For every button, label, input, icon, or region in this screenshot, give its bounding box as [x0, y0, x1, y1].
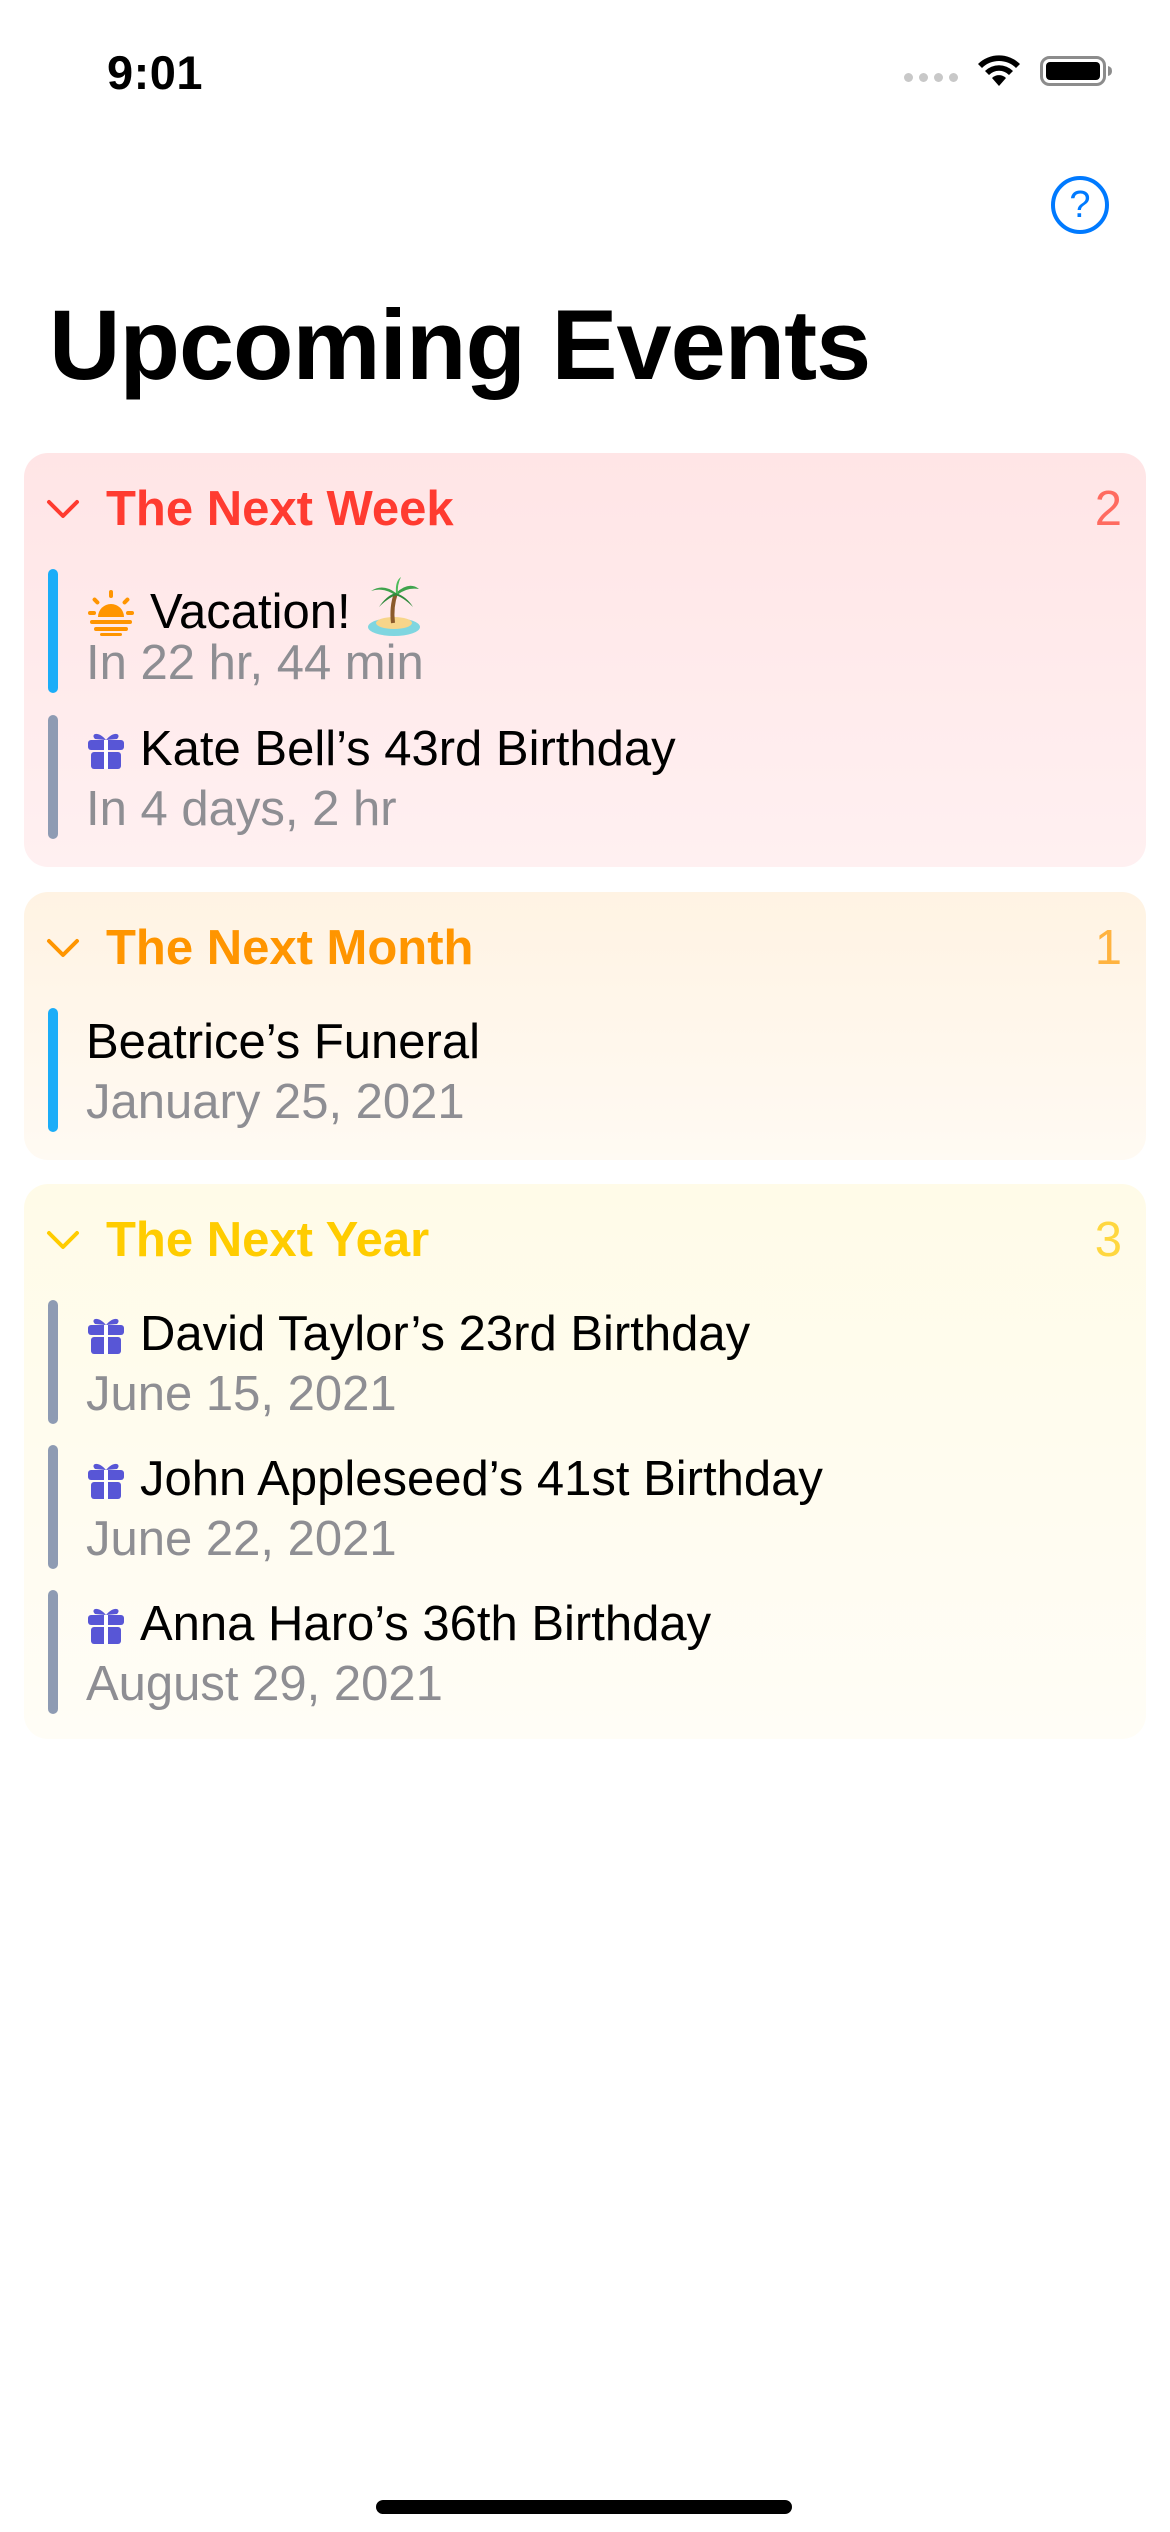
- wifi-icon: [978, 55, 1020, 86]
- section-title: The Next Year: [106, 1213, 430, 1267]
- gift-icon: [86, 1603, 126, 1645]
- help-button[interactable]: ?: [1051, 176, 1109, 234]
- home-indicator[interactable]: [376, 2500, 792, 2514]
- event-item-beatrice-funeral[interactable]: Beatrice’s Funeral January 25, 2021: [48, 1008, 1122, 1132]
- status-bar: 9:01: [0, 0, 1170, 140]
- event-subtitle: In 4 days, 2 hr: [86, 782, 397, 836]
- section-next-month: The Next Month 1 Beatrice’s Funeral Janu…: [24, 892, 1146, 1160]
- event-title: Vacation!: [150, 585, 351, 639]
- event-subtitle: In 22 hr, 44 min: [86, 636, 424, 690]
- event-color-bar: [48, 1300, 58, 1424]
- event-title: John Appleseed’s 41st Birthday: [140, 1452, 823, 1506]
- event-item-david-taylor-birthday[interactable]: David Taylor’s 23rd Birthday June 15, 20…: [48, 1300, 1122, 1424]
- page-title: Upcoming Events: [49, 289, 871, 400]
- event-item-kate-bell-birthday[interactable]: Kate Bell’s 43rd Birthday In 4 days, 2 h…: [48, 715, 1122, 839]
- event-color-bar: [48, 715, 58, 839]
- event-subtitle: June 22, 2021: [86, 1512, 397, 1566]
- gift-icon: [86, 1313, 126, 1355]
- chevron-down-icon: [47, 939, 79, 957]
- chevron-down-icon: [47, 1231, 79, 1249]
- sunrise-icon: [86, 587, 136, 637]
- event-title: Anna Haro’s 36th Birthday: [140, 1597, 712, 1651]
- event-title: Kate Bell’s 43rd Birthday: [140, 722, 676, 776]
- status-icons: [904, 54, 1114, 88]
- status-time: 9:01: [107, 46, 204, 99]
- event-title: Beatrice’s Funeral: [86, 1015, 481, 1069]
- event-title: David Taylor’s 23rd Birthday: [140, 1307, 751, 1361]
- section-count: 3: [1094, 1213, 1122, 1267]
- question-mark-icon: ?: [1069, 183, 1091, 226]
- section-title: The Next Week: [106, 482, 454, 536]
- section-next-week: The Next Week 2 Vacation! In 22 hr, 44 m…: [24, 453, 1146, 867]
- event-subtitle: January 25, 2021: [86, 1075, 465, 1129]
- section-count: 2: [1094, 482, 1122, 536]
- event-color-bar: [48, 569, 58, 693]
- gift-icon: [86, 728, 126, 770]
- event-color-bar: [48, 1590, 58, 1714]
- section-count: 1: [1094, 921, 1122, 975]
- event-subtitle: June 15, 2021: [86, 1367, 397, 1421]
- section-header-next-week[interactable]: The Next Week 2: [24, 453, 1146, 563]
- chevron-down-icon: [47, 500, 79, 518]
- event-color-bar: [48, 1008, 58, 1132]
- cellular-signal-icon: [904, 72, 958, 82]
- event-item-anna-haro-birthday[interactable]: Anna Haro’s 36th Birthday August 29, 202…: [48, 1590, 1122, 1714]
- section-next-year: The Next Year 3 David Taylor’s 23rd Birt…: [24, 1184, 1146, 1739]
- section-header-next-month[interactable]: The Next Month 1: [24, 892, 1146, 1002]
- event-item-vacation[interactable]: Vacation! In 22 hr, 44 min: [48, 569, 1122, 693]
- gift-icon: [86, 1458, 126, 1500]
- event-item-john-appleseed-birthday[interactable]: John Appleseed’s 41st Birthday June 22, …: [48, 1445, 1122, 1569]
- event-subtitle: August 29, 2021: [86, 1657, 443, 1711]
- section-title: The Next Month: [106, 921, 474, 975]
- event-color-bar: [48, 1445, 58, 1569]
- battery-icon: [1040, 56, 1112, 86]
- section-header-next-year[interactable]: The Next Year 3: [24, 1184, 1146, 1294]
